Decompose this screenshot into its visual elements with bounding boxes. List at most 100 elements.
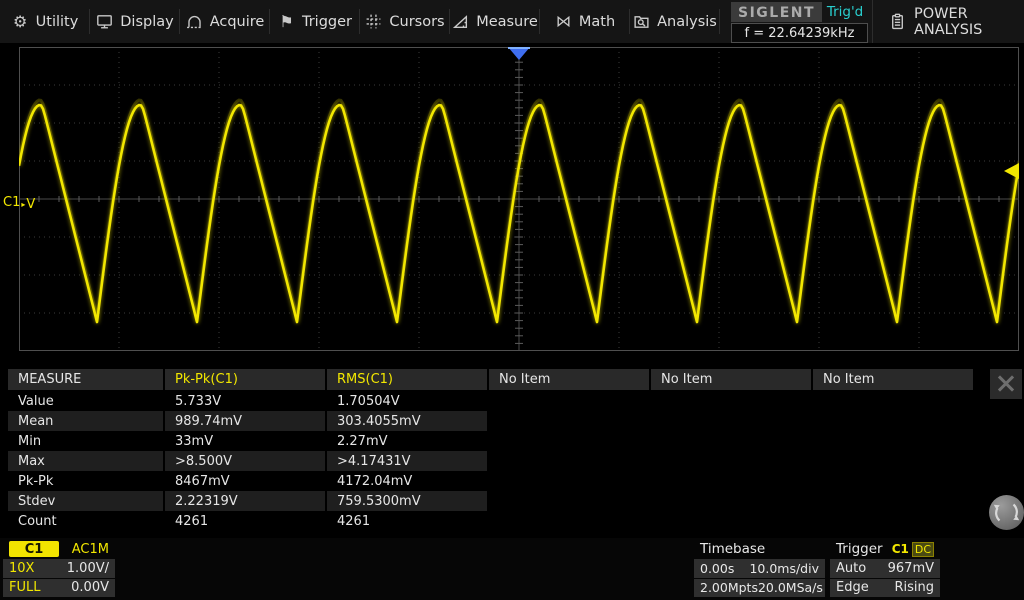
measure-row-count: Count 4261 4261 xyxy=(8,511,975,531)
row-value: 2.27mV xyxy=(337,433,388,449)
channel1-descriptor[interactable]: C1 AC1M 10X 1.00V/ FULL 0.00V xyxy=(3,540,115,597)
measure-col-noitem-1[interactable]: No Item xyxy=(489,369,649,390)
timebase-scale: 10.0ms/div xyxy=(749,560,819,576)
brand-status-block: SIGLENT Trig'd f = 22.64239kHz xyxy=(731,2,868,43)
menu-measure-label: Measure xyxy=(476,13,538,30)
trigger-position-marker[interactable] xyxy=(508,47,530,60)
trigger-level: 967mV xyxy=(887,560,934,576)
measure-row-mean: Mean 989.74mV 303.4055mV xyxy=(8,411,975,431)
measure-row-pkpk: Pk-Pk 8467mV 4172.04mV xyxy=(8,471,975,491)
menu-trigger[interactable]: ⚑ Trigger xyxy=(270,0,360,43)
channel-marker-arrow-icon: ▸ xyxy=(21,199,26,209)
row-value: 4172.04mV xyxy=(337,473,413,489)
measure-row-min: Min 33mV 2.27mV xyxy=(8,431,975,451)
trigger-coupling: DC xyxy=(911,541,934,557)
channel1-offset: 0.00V xyxy=(71,580,109,596)
menu-acquire-label: Acquire xyxy=(209,13,265,30)
math-icon xyxy=(555,13,572,30)
measure-row-max: Max >8.500V >4.17431V xyxy=(8,451,975,471)
measure-col-rms[interactable]: RMS(C1) xyxy=(327,369,487,390)
frequency-counter: f = 22.64239kHz xyxy=(731,23,868,43)
row-value: >8.500V xyxy=(165,451,325,471)
measure-col-noitem-3[interactable]: No Item xyxy=(813,369,973,390)
row-label: Value xyxy=(18,393,54,409)
channel-marker-label: C1 xyxy=(3,195,21,210)
channel1-badge: C1 xyxy=(9,541,59,558)
channel1-bandwidth: FULL xyxy=(9,580,41,596)
row-value: 4261 xyxy=(337,513,371,529)
trigger-descriptor[interactable]: Trigger C1 DC Auto 967mV Edge Rising xyxy=(830,540,940,597)
trigger-status-badge: Trig'd xyxy=(826,4,864,20)
timebase-samplerate: 20.0MSa/s xyxy=(757,580,823,596)
history-refresh-knob[interactable] xyxy=(989,495,1024,530)
row-value: 759.5300mV xyxy=(327,491,487,511)
trigger-level-marker[interactable] xyxy=(1004,163,1019,179)
measure-row-value: Value 5.733V 1.70504V xyxy=(8,391,975,411)
row-label: Max xyxy=(8,451,163,471)
menu-utility[interactable]: ⚙ Utility xyxy=(0,0,90,43)
menu-display-label: Display xyxy=(120,13,174,30)
menu-cursors[interactable]: Cursors xyxy=(360,0,450,43)
flag-icon: ⚑ xyxy=(279,11,294,31)
menu-utility-label: Utility xyxy=(35,13,79,30)
siglent-logo: SIGLENT xyxy=(731,2,823,22)
waveform-display[interactable] xyxy=(19,47,1019,351)
row-label: Mean xyxy=(8,411,163,431)
timebase-descriptor[interactable]: Timebase 0.00s 10.0ms/div 2.00Mpts 20.0M… xyxy=(694,540,825,597)
row-value: 303.4055mV xyxy=(327,411,487,431)
timebase-title: Timebase xyxy=(700,541,766,558)
measure-table: MEASURE Pk-Pk(C1) RMS(C1) No Item No Ite… xyxy=(8,369,975,531)
menu-trigger-label: Trigger xyxy=(301,13,352,30)
row-value: 4261 xyxy=(175,513,209,529)
row-value: 989.74mV xyxy=(165,411,325,431)
trigger-title: Trigger xyxy=(836,541,883,558)
menu-measure[interactable]: Measure xyxy=(450,0,540,43)
measure-close-button[interactable] xyxy=(990,369,1022,399)
trigger-type: Edge xyxy=(836,580,869,596)
measure-col-pkpk[interactable]: Pk-Pk(C1) xyxy=(165,369,325,390)
menu-acquire[interactable]: Acquire xyxy=(180,0,270,43)
menu-math[interactable]: Math xyxy=(540,0,630,43)
trigger-mode: Auto xyxy=(836,560,867,576)
row-value: >4.17431V xyxy=(327,451,487,471)
cursors-icon xyxy=(365,13,382,30)
oscilloscope-screen: ⚙ Utility Display Acquire ⚑ Trigger Curs… xyxy=(0,0,1024,600)
menu-cursors-label: Cursors xyxy=(389,13,445,30)
acquire-icon xyxy=(186,13,203,30)
measure-header-row: MEASURE Pk-Pk(C1) RMS(C1) No Item No Ite… xyxy=(8,369,975,390)
trigger-source: C1 xyxy=(891,542,909,557)
row-value: 8467mV xyxy=(175,473,230,489)
gear-icon: ⚙ xyxy=(13,11,28,31)
menu-analysis-label: Analysis xyxy=(657,13,717,30)
channel-marker-unit: V xyxy=(26,197,36,212)
measure-title: MEASURE xyxy=(8,369,163,390)
row-label: Min xyxy=(18,433,42,449)
trigger-slope: Rising xyxy=(894,580,934,596)
row-value: 33mV xyxy=(175,433,214,449)
menu-power-analysis[interactable]: POWER ANALYSIS xyxy=(872,0,1024,43)
row-value: 1.70504V xyxy=(337,393,400,409)
scope-graticule xyxy=(19,47,1019,351)
row-label: Pk-Pk xyxy=(18,473,54,489)
menu-display[interactable]: Display xyxy=(90,0,180,43)
measure-col-noitem-2[interactable]: No Item xyxy=(651,369,811,390)
channel1-scale: 1.00V/ xyxy=(66,560,109,576)
top-menu-bar: ⚙ Utility Display Acquire ⚑ Trigger Curs… xyxy=(0,0,1024,43)
power-analysis-label: POWER ANALYSIS xyxy=(914,5,983,38)
bottom-status-bar: C1 AC1M 10X 1.00V/ FULL 0.00V Timebase 0… xyxy=(0,538,1024,600)
analysis-icon xyxy=(633,13,650,30)
timebase-memory: 2.00Mpts xyxy=(700,580,758,596)
row-value: 2.22319V xyxy=(165,491,325,511)
measure-row-stdev: Stdev 2.22319V 759.5300mV xyxy=(8,491,975,511)
row-label: Stdev xyxy=(8,491,163,511)
row-label: Count xyxy=(18,513,57,529)
menu-analysis[interactable]: Analysis xyxy=(630,0,720,43)
monitor-icon xyxy=(96,13,113,30)
timebase-delay: 0.00s xyxy=(700,560,735,576)
clipboard-icon xyxy=(889,13,906,30)
menu-math-label: Math xyxy=(578,13,616,30)
channel1-probe: 10X xyxy=(9,560,35,576)
channel-offset-marker[interactable]: C1 ▸ V xyxy=(3,193,35,212)
row-value: 5.733V xyxy=(175,393,222,409)
circular-arrows-icon xyxy=(993,503,1020,522)
